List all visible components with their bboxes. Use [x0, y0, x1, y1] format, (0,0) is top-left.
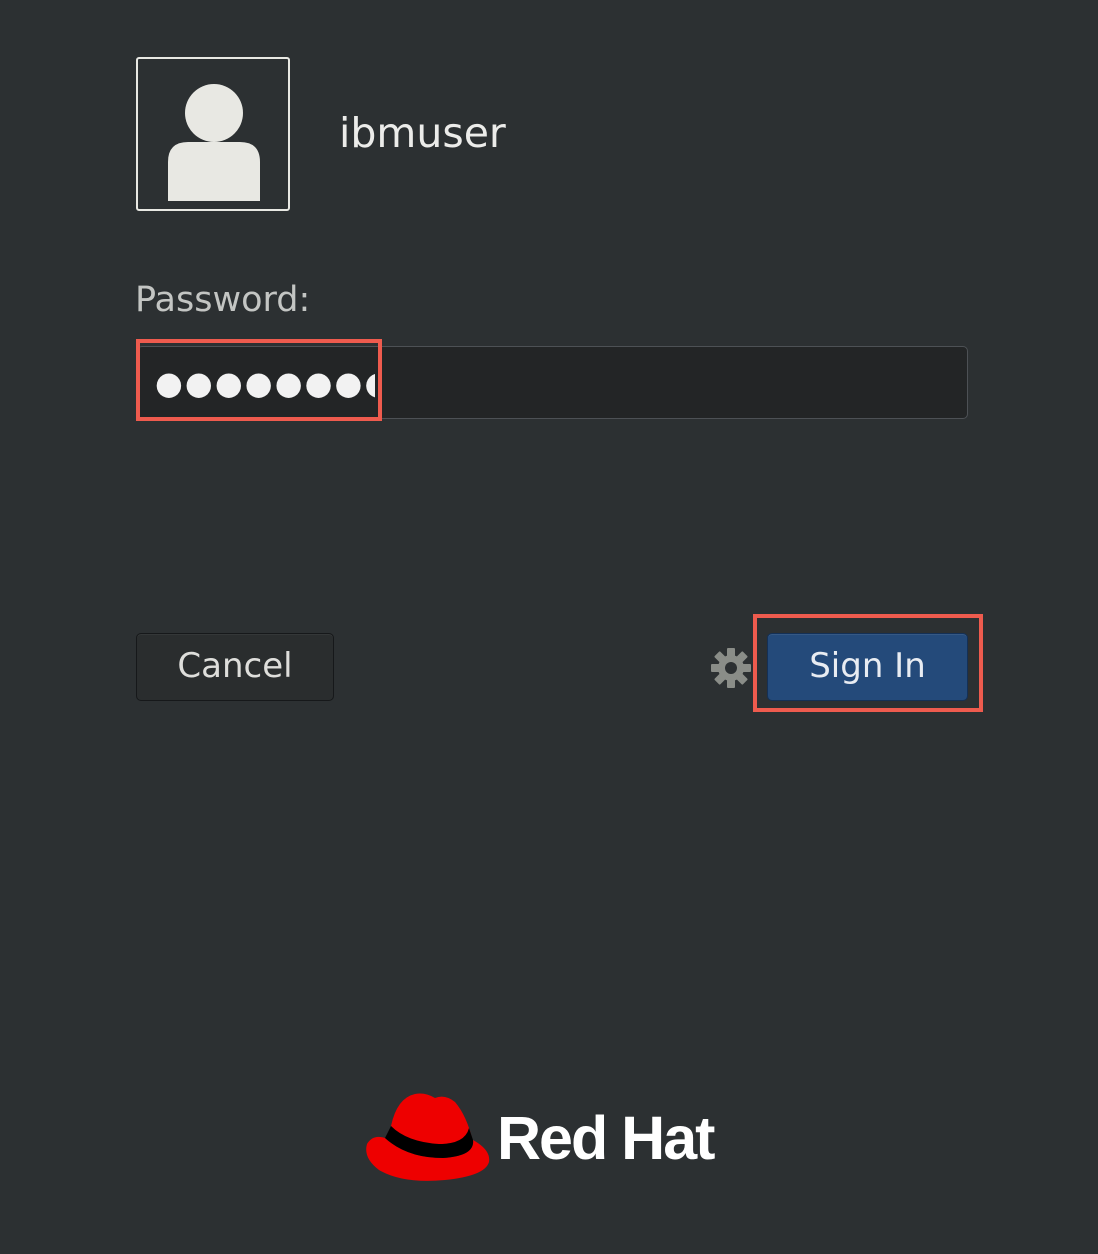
user-avatar — [136, 57, 290, 211]
sign-in-button[interactable]: Sign In — [767, 633, 968, 701]
red-hat-logo-text: Red Hat — [497, 1104, 715, 1172]
gear-icon[interactable] — [710, 647, 752, 689]
password-label: Password: — [135, 280, 311, 320]
red-hat-logo-icon — [366, 1093, 490, 1181]
password-masked-value: ●●●●●●●●●● — [155, 364, 375, 402]
user-avatar-icon — [168, 84, 260, 201]
username-label: ibmuser — [339, 109, 506, 157]
cancel-button[interactable]: Cancel — [136, 633, 334, 701]
